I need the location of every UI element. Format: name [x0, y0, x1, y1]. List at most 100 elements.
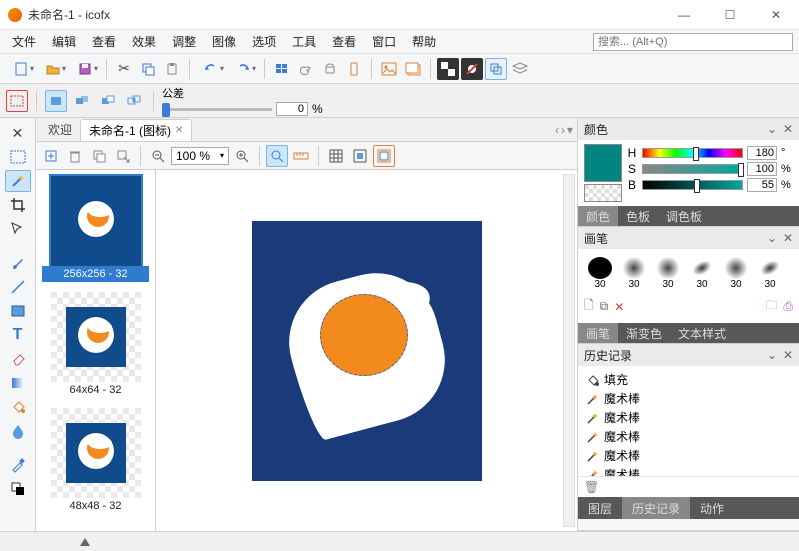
panel-close-icon[interactable]: ✕ [783, 122, 793, 136]
history-item[interactable]: 魔术棒 [584, 389, 793, 408]
menu-edit[interactable]: 编辑 [44, 30, 84, 53]
menu-image[interactable]: 图像 [204, 30, 244, 53]
color-B-slider[interactable] [642, 180, 743, 190]
blur-tool[interactable] [5, 420, 31, 442]
menu-file[interactable]: 文件 [4, 30, 44, 53]
bucket-tool[interactable] [5, 396, 31, 418]
close-panel-icon[interactable]: ✕ [7, 122, 29, 144]
menu-view2[interactable]: 查看 [324, 30, 364, 53]
tolerance-slider[interactable] [162, 101, 272, 117]
copy-button[interactable] [137, 58, 159, 80]
tab-next-icon[interactable]: › [561, 123, 565, 137]
tab-actions[interactable]: 动作 [690, 497, 734, 519]
bounds-icon[interactable] [349, 145, 371, 167]
android-icon[interactable] [319, 58, 341, 80]
layers-icon[interactable] [509, 58, 531, 80]
zoom-out-icon[interactable] [147, 145, 169, 167]
zoom-combo[interactable]: 100 %▾ [171, 147, 229, 165]
new-brush-icon[interactable]: 🗋 [584, 296, 594, 317]
move-tool[interactable] [5, 218, 31, 240]
cut-button[interactable]: ✂ [113, 58, 135, 80]
color-S-slider[interactable] [642, 164, 743, 174]
tab-swatches[interactable]: 色板 [618, 206, 658, 226]
grid-icon[interactable] [325, 145, 347, 167]
history-delete-icon[interactable]: 🗑 [584, 480, 599, 494]
apple-icon[interactable] [295, 58, 317, 80]
eraser-tool[interactable] [5, 348, 31, 370]
save-button[interactable] [70, 58, 100, 80]
history-item[interactable]: 魔术棒 [584, 427, 793, 446]
eyedropper-tool[interactable] [5, 454, 31, 476]
minimize-button[interactable]: — [661, 0, 707, 29]
mode-new-icon[interactable] [45, 90, 67, 112]
brush-preset-0[interactable]: 30 [586, 257, 614, 290]
tab-layers[interactable]: 图层 [578, 497, 622, 519]
paste-button[interactable] [161, 58, 183, 80]
history-item[interactable]: 魔术棒 [584, 465, 793, 476]
maximize-button[interactable]: ☐ [707, 0, 753, 29]
undo-button[interactable] [196, 58, 226, 80]
brush-preset-5[interactable]: 30 [756, 257, 784, 290]
tab-color[interactable]: 颜色 [578, 206, 618, 226]
rect-tool[interactable] [5, 300, 31, 322]
tab-document[interactable]: 未命名-1 (图标) ✕ [80, 119, 192, 141]
ruler-icon[interactable] [290, 145, 312, 167]
fit-icon[interactable] [373, 145, 395, 167]
thumb-0[interactable]: 256x256 - 32 [42, 176, 149, 282]
select-rect-icon[interactable] [6, 90, 28, 112]
menu-options[interactable]: 选项 [244, 30, 284, 53]
menu-effects[interactable]: 效果 [124, 30, 164, 53]
delete-brush-icon[interactable]: ✕ [614, 300, 624, 314]
vscrollbar[interactable] [563, 174, 575, 527]
windows-icon[interactable] [271, 58, 293, 80]
zoom-in-icon[interactable] [231, 145, 253, 167]
zoom-tool-icon[interactable] [266, 145, 288, 167]
menu-window[interactable]: 窗口 [364, 30, 404, 53]
export-size-icon[interactable] [112, 145, 134, 167]
tab-gradient[interactable]: 渐变色 [618, 323, 670, 343]
mode-int-icon[interactable] [123, 90, 145, 112]
tab-textstyle[interactable]: 文本样式 [670, 323, 734, 343]
gradient-tool[interactable] [5, 372, 31, 394]
tab-welcome[interactable]: 欢迎 [40, 119, 80, 140]
thumb-2[interactable]: 48x48 - 32 [42, 408, 149, 514]
brush-preset-3[interactable]: 30 [688, 257, 716, 290]
history-item[interactable]: 填充 [584, 370, 793, 389]
search-input[interactable] [593, 33, 793, 51]
checker-button[interactable] [437, 58, 459, 80]
mobile-icon[interactable] [343, 58, 365, 80]
dup-size-icon[interactable] [88, 145, 110, 167]
mode-sub-icon[interactable] [97, 90, 119, 112]
canvas[interactable] [156, 170, 577, 531]
close-button[interactable]: ✕ [753, 0, 799, 29]
tab-menu-icon[interactable]: ▾ [567, 123, 573, 137]
mask-button[interactable] [461, 58, 483, 80]
line-tool[interactable] [5, 276, 31, 298]
tolerance-value[interactable]: 0 [276, 102, 308, 116]
foreground-swatch[interactable] [584, 144, 622, 182]
crop-tool[interactable] [5, 194, 31, 216]
brush-preset-2[interactable]: 30 [654, 257, 682, 290]
tab-close-icon[interactable]: ✕ [175, 125, 183, 136]
menu-tools[interactable]: 工具 [284, 30, 324, 53]
history-item[interactable]: 魔术棒 [584, 408, 793, 427]
open-button[interactable] [38, 58, 68, 80]
copy-brush-icon[interactable]: ⧉ [600, 299, 609, 314]
folder-brush-icon[interactable]: 🗀 [765, 296, 777, 317]
tab-history[interactable]: 历史记录 [622, 497, 690, 519]
crop-toggle-button[interactable] [485, 58, 507, 80]
add-size-icon[interactable] [40, 145, 62, 167]
mode-add-icon[interactable] [71, 90, 93, 112]
color-S-value[interactable]: 100 [747, 162, 777, 176]
color-H-slider[interactable] [642, 148, 743, 158]
redo-button[interactable] [228, 58, 258, 80]
color-B-value[interactable]: 55 [747, 178, 777, 192]
brush-preset-1[interactable]: 30 [620, 257, 648, 290]
brush-tool[interactable] [5, 252, 31, 274]
gallery-button[interactable] [402, 58, 424, 80]
menu-view[interactable]: 查看 [84, 30, 124, 53]
thumb-1[interactable]: 64x64 - 32 [42, 292, 149, 398]
delete-size-icon[interactable] [64, 145, 86, 167]
menu-adjust[interactable]: 调整 [164, 30, 204, 53]
swap-colors-icon[interactable] [5, 478, 31, 500]
